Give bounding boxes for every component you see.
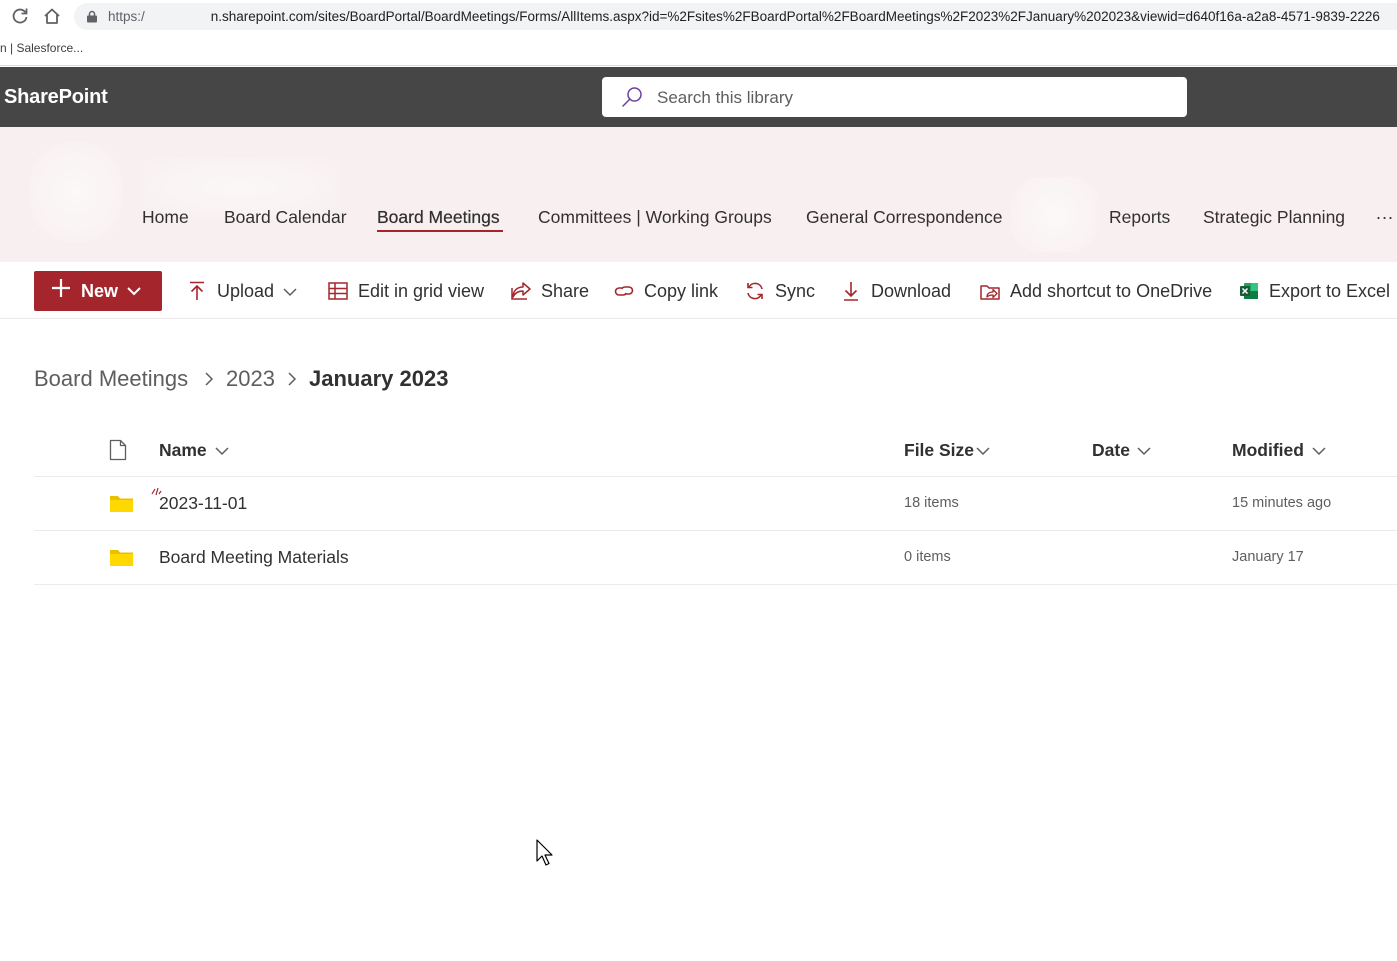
list-header: Name File Size Date Modified: [34, 428, 1397, 477]
chevron-right-icon: [205, 372, 214, 386]
download-icon: [844, 282, 858, 301]
folder-icon: [110, 496, 133, 512]
reload-icon[interactable]: [10, 6, 30, 26]
sync-icon: [747, 282, 763, 300]
chevron-right-icon: [288, 372, 297, 386]
url-path: n.sharepoint.com/sites/BoardPortal/Board…: [210, 9, 1380, 24]
upload-icon: [190, 281, 204, 300]
breadcrumb-2023[interactable]: 2023: [226, 366, 275, 392]
chevron-down-icon[interactable]: [1312, 444, 1326, 458]
chevron-down-icon[interactable]: [215, 444, 229, 458]
row-file-size: 0 items: [904, 549, 951, 565]
table-row[interactable]: 2023-11-01 18 items 15 minutes ago: [34, 477, 1397, 531]
add-shortcut-onedrive-button[interactable]: Add shortcut to OneDrive: [979, 279, 1213, 303]
nav-reports[interactable]: Reports: [1109, 207, 1170, 228]
search-icon: [622, 87, 642, 107]
export-excel-label: Export to Excel: [1269, 281, 1391, 301]
browser-toolbar: https:/ n.sharepoint.com/sites/BoardPorta…: [0, 0, 1397, 33]
sync-label: Sync: [775, 281, 816, 301]
row-name[interactable]: Board Meeting Materials: [159, 547, 349, 568]
share-label: Share: [541, 281, 590, 301]
row-modified: 15 minutes ago: [1232, 495, 1332, 511]
column-modified[interactable]: Modified: [1232, 440, 1304, 461]
chevron-down-icon[interactable]: [976, 444, 990, 458]
header-emblem: [1010, 177, 1100, 252]
column-file-size[interactable]: File Size: [904, 440, 974, 461]
file-type-icon[interactable]: [109, 439, 127, 461]
shortcut-icon: [980, 285, 1000, 300]
chevron-down-icon: [283, 288, 297, 297]
nav-strategic-planning[interactable]: Strategic Planning: [1203, 207, 1345, 228]
new-button-label: New: [81, 281, 119, 301]
download-button[interactable]: Download: [840, 279, 954, 303]
upload-button[interactable]: Upload: [186, 279, 300, 303]
table-row[interactable]: Board Meeting Materials 0 items January …: [34, 531, 1397, 585]
nav-more-button[interactable]: ...: [1376, 203, 1394, 224]
column-date[interactable]: Date: [1092, 440, 1130, 461]
bookmark-salesforce[interactable]: n | Salesforce...: [0, 41, 83, 55]
suite-bar: SharePoint Search this library: [0, 67, 1397, 127]
copy-link-button[interactable]: Copy link: [613, 279, 721, 303]
sync-button[interactable]: Sync: [744, 279, 816, 303]
nav-committees-working-groups[interactable]: Committees | Working Groups: [538, 207, 772, 228]
share-button[interactable]: Share: [510, 279, 590, 303]
site-header: Home Board Calendar Board Meetings Commi…: [0, 127, 1397, 262]
app-brand[interactable]: SharePoint: [4, 86, 108, 109]
bookmarks-bar: n | Salesforce...: [0, 33, 1397, 66]
share-icon: [511, 282, 531, 300]
edit-grid-view-label: Edit in grid view: [358, 281, 485, 301]
copy-link-label: Copy link: [644, 281, 719, 301]
row-modified: January 17: [1232, 549, 1304, 565]
link-icon: [614, 286, 634, 296]
excel-icon: [1240, 283, 1258, 299]
search-input[interactable]: Search this library: [602, 77, 1187, 117]
column-name[interactable]: Name: [159, 440, 207, 461]
active-nav-indicator: [377, 230, 503, 232]
command-bar: New Upload Edit in grid view Share Copy …: [0, 262, 1397, 319]
url-prefix: https:/: [108, 9, 145, 24]
breadcrumb-current: January 2023: [309, 366, 449, 391]
export-excel-button[interactable]: Export to Excel: [1238, 279, 1391, 303]
edit-grid-view-button[interactable]: Edit in grid view: [327, 279, 487, 303]
nav-general-correspondence[interactable]: General Correspondence: [806, 207, 1003, 228]
new-button[interactable]: New: [34, 271, 162, 311]
lock-icon: [87, 10, 97, 23]
upload-label: Upload: [217, 281, 275, 301]
grid-icon: [328, 282, 348, 300]
folder-icon: [110, 550, 133, 566]
row-file-size: 18 items: [904, 495, 959, 511]
breadcrumb-board-meetings[interactable]: Board Meetings: [34, 366, 188, 392]
row-name[interactable]: 2023-11-01: [159, 493, 247, 514]
home-icon[interactable]: [42, 6, 62, 26]
download-label: Download: [871, 281, 952, 301]
site-logo[interactable]: [30, 142, 122, 242]
url-text: https:/ n.sharepoint.com/sites/BoardPorta…: [108, 9, 1380, 24]
nav-home[interactable]: Home: [142, 207, 189, 228]
chevron-down-icon: [127, 287, 141, 296]
chevron-down-icon[interactable]: [1137, 444, 1151, 458]
add-shortcut-label: Add shortcut to OneDrive: [1010, 281, 1213, 301]
nav-board-meetings[interactable]: Board Meetings: [377, 207, 500, 228]
plus-icon: [52, 279, 70, 297]
nav-board-calendar[interactable]: Board Calendar: [224, 207, 347, 228]
search-placeholder: Search this library: [657, 88, 794, 107]
mouse-cursor-icon: [536, 839, 553, 866]
address-bar[interactable]: https:/ n.sharepoint.com/sites/BoardPorta…: [74, 3, 1397, 30]
